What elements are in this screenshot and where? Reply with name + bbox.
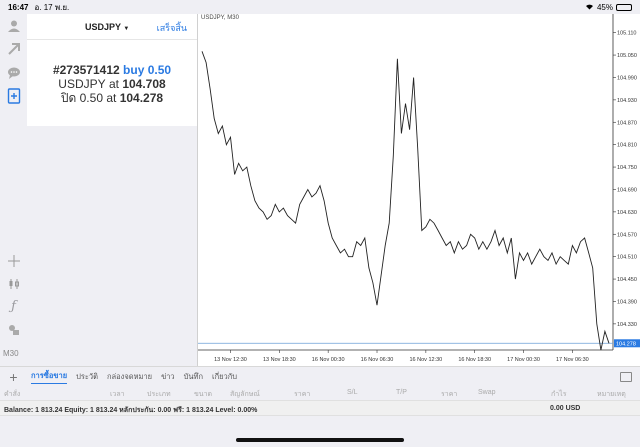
tab-history[interactable]: ประวัติ — [76, 371, 98, 383]
col-swap: Swap — [478, 389, 496, 396]
y-tick-label: 104.450 — [617, 277, 637, 283]
col-order: คำสั่ง — [4, 391, 21, 398]
symbol-selector[interactable]: USDJPY ▼ — [85, 22, 129, 32]
battery-icon — [616, 3, 632, 11]
status-date: อ. 17 พ.ย. — [34, 2, 70, 12]
y-tick-label: 104.510 — [617, 255, 637, 261]
order-panel: USDJPY ▼ เสร็จสิ้น #273571412 buy 0.50 U… — [27, 14, 197, 126]
col-tp: T/P — [396, 389, 407, 396]
bottom-tab-bar: + การซื้อขาย ประวัติ กล่องจดหมาย ข่าว บั… — [0, 366, 640, 386]
col-symbol: สัญลักษณ์ — [230, 391, 260, 398]
y-tick-label: 105.110 — [617, 31, 636, 37]
x-tick-label: 17 Nov 00:30 — [507, 357, 540, 363]
chat-icon[interactable] — [4, 63, 23, 82]
battery-percent: 45% — [596, 2, 613, 12]
tab-journal[interactable]: บันทึก — [184, 371, 203, 383]
col-profit: กำไร — [551, 391, 567, 398]
chart-svg: 105.110 105.050 104.990 104.930 104.870 104.8… — [198, 14, 640, 363]
wifi-icon — [585, 3, 594, 12]
current-price-label: 104.278 — [616, 341, 636, 347]
x-tick-label: 17 Nov 06:30 — [556, 357, 589, 363]
account-icon[interactable] — [4, 16, 23, 35]
y-tick-label: 104.930 — [617, 98, 637, 104]
col-time: เวลา — [110, 391, 125, 398]
x-tick-label: 16 Nov 12:30 — [409, 357, 442, 363]
add-icon[interactable]: + — [0, 369, 27, 385]
balance-text: Balance: 1 813.24 Equity: 1 813.24 หลักป… — [4, 407, 258, 414]
y-tick-label: 104.750 — [617, 165, 637, 171]
balance-row: Balance: 1 813.24 Equity: 1 813.24 หลักป… — [0, 400, 640, 416]
close-price: 104.278 — [119, 91, 164, 105]
order-panel-header: USDJPY ▼ เสร็จสิ้น — [27, 14, 197, 40]
close-at-word: at — [106, 91, 117, 105]
y-tick-label: 104.330 — [617, 322, 637, 328]
done-button[interactable]: เสร็จสิ้น — [157, 21, 187, 35]
order-close-line: ปิด 0.50 at 104.278 — [27, 91, 197, 105]
trade-table-header: คำสั่ง เวลา ประเภท ขนาด สัญลักษณ์ ราคา S… — [0, 386, 640, 400]
open-symbol: USDJPY — [58, 77, 106, 91]
x-tick-label: 16 Nov 18:30 — [458, 357, 491, 363]
order-ticket-line: #273571412 buy 0.50 — [27, 63, 197, 77]
order-open-line: USDJPY at 104.708 — [27, 77, 197, 91]
order-ticket: #273571412 — [52, 63, 120, 77]
new-order-icon[interactable] — [4, 86, 23, 105]
y-tick-label: 104.810 — [617, 143, 637, 149]
y-tick-label: 104.870 — [617, 120, 637, 126]
home-indicator — [236, 438, 404, 442]
chart-title: USDJPY, M30 — [201, 15, 239, 21]
y-tick-label: 104.630 — [617, 210, 637, 216]
col-price: ราคา — [294, 391, 311, 398]
col-comment: หมายเหตุ — [597, 391, 626, 398]
close-label: ปิด 0.50 — [60, 91, 103, 105]
timeframe-label[interactable]: M30 — [3, 349, 19, 358]
order-action: buy 0.50 — [123, 63, 172, 77]
status-bar: 16:47 อ. 17 พ.ย. 45% — [0, 0, 640, 14]
y-tick-label: 104.570 — [617, 232, 637, 238]
window-layout-icon[interactable] — [620, 371, 632, 382]
tab-trade[interactable]: การซื้อขาย — [31, 370, 68, 384]
crosshair-icon[interactable] — [4, 251, 23, 270]
price-chart[interactable]: 105.110 105.050 104.990 104.930 104.870 104.8… — [197, 14, 640, 366]
col-volume: ขนาด — [194, 391, 213, 398]
objects-icon[interactable] — [4, 320, 23, 339]
symbol-label: USDJPY — [85, 22, 121, 32]
x-tick-label: 16 Nov 00:30 — [312, 357, 345, 363]
balance-amount: 0.00 USD — [550, 405, 581, 412]
tab-about[interactable]: เกี่ยวกับ — [212, 371, 237, 383]
open-at-word: at — [108, 77, 119, 91]
col-sl: S/L — [347, 389, 358, 396]
col-type: ประเภท — [147, 391, 171, 398]
y-tick-label: 105.050 — [617, 53, 637, 59]
y-tick-label: 104.690 — [617, 187, 637, 193]
x-tick-label: 13 Nov 12:30 — [214, 357, 247, 363]
x-tick-label: 16 Nov 06:30 — [361, 357, 394, 363]
col-current-price: ราคา — [441, 391, 458, 398]
tab-news[interactable]: ข่าว — [161, 371, 175, 383]
y-tick-label: 104.990 — [617, 75, 637, 81]
y-tick-label: 104.390 — [617, 299, 637, 305]
status-right: 45% — [585, 3, 632, 12]
trade-signals-icon[interactable] — [4, 39, 23, 58]
indicators-icon[interactable] — [4, 274, 23, 293]
tab-mailbox[interactable]: กล่องจดหมาย — [107, 371, 152, 383]
left-toolbar: ƒ M30 — [0, 14, 27, 366]
function-icon[interactable]: ƒ — [4, 297, 23, 316]
open-price: 104.708 — [122, 77, 166, 91]
status-time: 16:47 — [8, 2, 29, 12]
x-tick-label: 13 Nov 18:30 — [263, 357, 296, 363]
price-series-line — [201, 51, 610, 351]
chevron-down-icon: ▼ — [123, 26, 130, 32]
